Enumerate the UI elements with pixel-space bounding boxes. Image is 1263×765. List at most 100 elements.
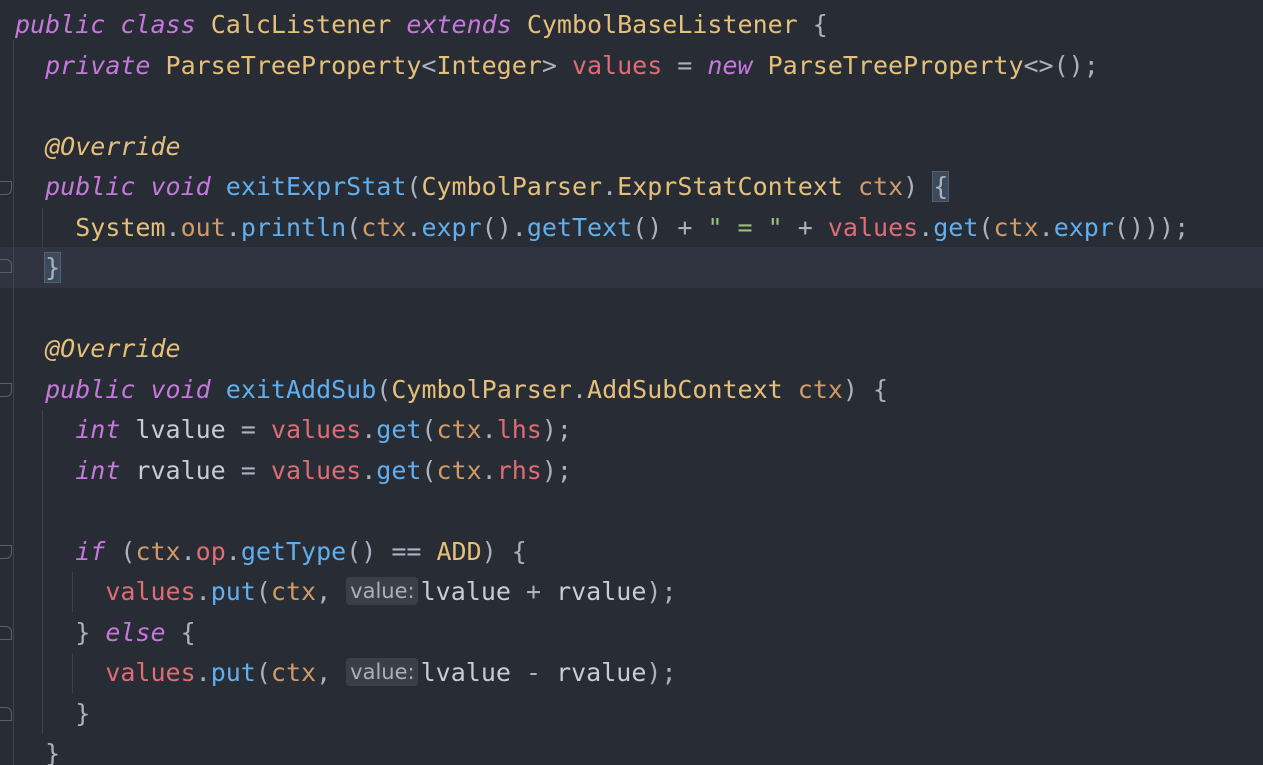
code-token: public — [45, 374, 136, 404]
code-line[interactable]: System.out.println(ctx.expr().getText() … — [15, 208, 1189, 248]
code-token: ( — [376, 374, 392, 404]
code-token: exitExprStat — [225, 172, 407, 201]
code-token: ctx — [361, 212, 407, 242]
code-token: - — [510, 658, 557, 687]
code-token: CymbolParser — [421, 172, 603, 201]
fold-open-icon[interactable] — [0, 383, 12, 397]
code-token: ctx — [270, 658, 317, 687]
code-token: . — [571, 374, 588, 404]
code-token: ctx — [993, 212, 1039, 242]
code-token: class — [120, 10, 196, 39]
code-token: = — [662, 50, 708, 80]
code-line[interactable]: } — [15, 694, 90, 734]
code-token: get — [376, 415, 422, 444]
code-token: else — [105, 617, 166, 647]
code-token: @Override — [45, 131, 181, 161]
matched-brace: { — [932, 171, 950, 202]
code-line[interactable]: private ParseTreeProperty<Integer> value… — [15, 46, 1099, 86]
code-token: ADD — [436, 536, 482, 566]
code-token: public — [45, 172, 136, 201]
code-token: = — [225, 455, 271, 485]
code-token: = — [225, 415, 271, 444]
code-token: ParseTreeProperty — [165, 50, 422, 80]
code-token: ) { — [481, 536, 527, 566]
code-token: ); — [646, 577, 677, 606]
code-editor[interactable]: public class CalcListener extends Cymbol… — [0, 0, 1263, 765]
code-line[interactable]: @Override — [15, 329, 180, 369]
fold-open-icon[interactable] — [0, 545, 12, 559]
code-token: ); — [646, 658, 677, 687]
code-token: lvalue — [420, 658, 511, 687]
code-token: ctx — [436, 455, 482, 485]
code-token: Integer — [436, 50, 542, 80]
code-token: op — [195, 536, 226, 566]
code-token: . — [195, 658, 211, 687]
code-line[interactable]: values.put(ctx, value: lvalue - rvalue); — [15, 653, 677, 693]
code-line[interactable]: } — [15, 248, 62, 288]
code-token: void — [150, 374, 211, 404]
code-token: getType — [240, 536, 347, 566]
code-token: , — [316, 577, 347, 606]
code-token: put — [210, 658, 256, 687]
code-token: ParseTreeProperty — [767, 50, 1024, 80]
code-token: private — [45, 50, 151, 80]
code-token: . — [602, 172, 618, 201]
code-token: (). — [481, 212, 527, 242]
code-line[interactable]: } else { — [15, 613, 196, 653]
code-token: ( — [105, 536, 136, 566]
code-token: ( — [421, 415, 437, 444]
code-token: . — [225, 212, 241, 242]
parameter-hint: value: — [346, 658, 418, 686]
code-line[interactable]: } — [15, 734, 60, 765]
fold-open-icon[interactable] — [0, 181, 12, 195]
code-line[interactable]: int lvalue = values.get(ctx.lhs); — [15, 410, 572, 450]
code-token: rvalue — [120, 455, 226, 485]
code-token: ())); — [1113, 212, 1190, 242]
code-line[interactable]: if (ctx.op.getType() == ADD) { — [15, 532, 527, 572]
code-token: + — [782, 212, 828, 242]
code-token: rhs — [496, 455, 542, 485]
code-token: } — [15, 698, 91, 728]
code-token: void — [150, 172, 211, 201]
fold-close-icon[interactable] — [0, 259, 12, 273]
code-line[interactable]: values.put(ctx, value: lvalue + rvalue); — [15, 572, 677, 612]
code-line[interactable]: public class CalcListener extends Cymbol… — [15, 5, 828, 45]
code-line[interactable]: @Override — [15, 127, 181, 167]
code-token: . — [195, 577, 211, 606]
code-line[interactable]: int rvalue = values.get(ctx.rhs); — [15, 451, 572, 491]
code-token: ( — [978, 212, 994, 242]
code-token: " = " — [707, 212, 783, 242]
code-line[interactable]: public void exitExprStat(CymbolParser.Ex… — [15, 167, 950, 207]
code-token: expr — [1053, 212, 1114, 242]
code-token: } — [15, 739, 61, 765]
fold-close-icon[interactable] — [0, 626, 12, 640]
code-token: > — [541, 50, 572, 80]
fold-close-icon[interactable] — [0, 707, 12, 721]
code-token: new — [707, 50, 753, 80]
code-token: ctx — [270, 577, 317, 606]
code-line[interactable]: public void exitAddSub(CymbolParser.AddS… — [15, 370, 888, 410]
code-token: values — [571, 50, 663, 80]
indent-guide — [13, 40, 14, 765]
code-token: get — [376, 455, 422, 485]
code-token: + — [510, 577, 557, 606]
code-token: { — [165, 617, 196, 647]
code-token: { — [797, 10, 828, 39]
